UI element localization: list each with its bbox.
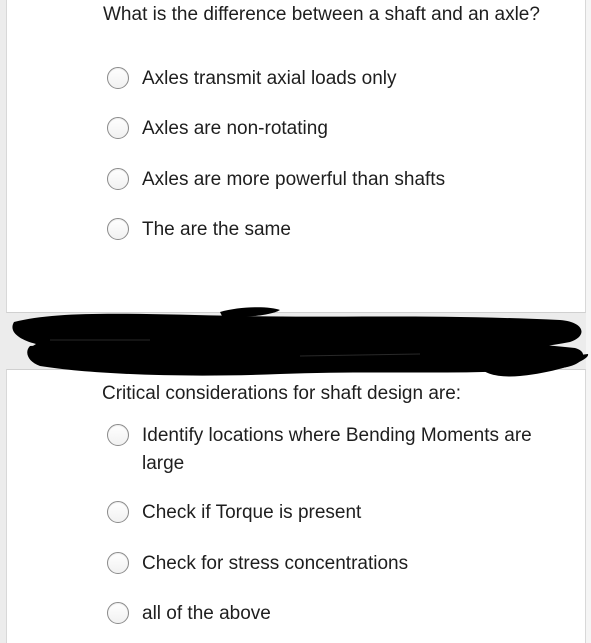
q1-option-4[interactable]: The are the same: [107, 216, 567, 246]
option-label: all of the above: [142, 603, 271, 624]
radio-button-icon[interactable]: [107, 67, 129, 89]
option-label: Check if Torque is present: [142, 502, 362, 523]
question-card-1: What is the difference between a shaft a…: [6, 0, 586, 313]
radio-button-icon[interactable]: [107, 501, 129, 523]
radio-button-icon[interactable]: [107, 602, 129, 624]
q2-option-4[interactable]: all of the above: [107, 600, 567, 630]
radio-button-icon[interactable]: [107, 218, 129, 240]
option-label: Axles are non-rotating: [142, 118, 328, 139]
q1-option-3[interactable]: Axles are more powerful than shafts: [107, 166, 567, 196]
radio-button-icon[interactable]: [107, 168, 129, 190]
radio-button-icon[interactable]: [107, 117, 129, 139]
q2-option-2[interactable]: Check if Torque is present: [107, 499, 567, 529]
option-label: Axles transmit axial loads only: [142, 68, 397, 89]
option-label: Check for stress concentrations: [142, 553, 409, 574]
q2-option-3[interactable]: Check for stress concentrations: [107, 550, 567, 580]
q1-option-2[interactable]: Axles are non-rotating: [107, 115, 567, 145]
question-card-2: Critical considerations for shaft design…: [6, 369, 586, 643]
option-label: The are the same: [142, 219, 291, 240]
question-1-text: What is the difference between a shaft a…: [103, 4, 540, 25]
option-label: Axles are more powerful than shafts: [142, 169, 446, 190]
q1-option-1[interactable]: Axles transmit axial loads only: [107, 65, 567, 95]
q2-option-1[interactable]: Identify locations where Bending Moments…: [107, 422, 567, 478]
radio-button-icon[interactable]: [107, 552, 129, 574]
radio-button-icon[interactable]: [107, 424, 129, 446]
question-2-text: Critical considerations for shaft design…: [102, 383, 462, 404]
option-label: Identify locations where Bending Moments…: [142, 425, 532, 474]
page-edge: [586, 0, 591, 643]
